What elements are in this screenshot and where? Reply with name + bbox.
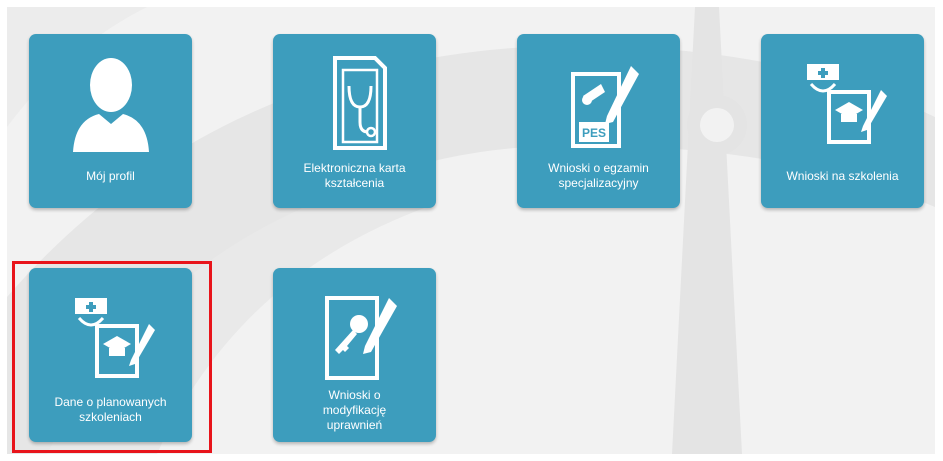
key-document-icon bbox=[324, 296, 397, 380]
tile-permission-modification-requests[interactable]: Wnioski o modyfikację uprawnień bbox=[273, 268, 436, 442]
svg-text:PES: PES bbox=[581, 126, 605, 140]
tile-label: Wnioski o egzamin specjalizacyjny bbox=[548, 161, 649, 190]
tile-label: Wnioski na szkolenia bbox=[786, 168, 899, 183]
tile-label: Dane o planowanych szkoleniach bbox=[54, 395, 167, 424]
pes-diploma-icon: PES bbox=[570, 66, 639, 148]
tile-label: Mój profil bbox=[86, 168, 135, 183]
nurse-cap-graduation-icon bbox=[74, 298, 155, 378]
tile-electronic-training-card[interactable]: Elektroniczna karta kształcenia bbox=[273, 34, 436, 208]
stethoscope-card-icon bbox=[332, 56, 387, 150]
tile-label: Wnioski o modyfikację uprawnień bbox=[322, 387, 387, 432]
tile-training-requests[interactable]: Wnioski na szkolenia bbox=[761, 34, 924, 208]
user-silhouette-icon bbox=[72, 58, 149, 152]
nurse-cap-graduation-icon bbox=[806, 64, 887, 144]
tile-planned-trainings-data[interactable]: Dane o planowanych szkoleniach bbox=[29, 268, 192, 442]
tile-label: Elektroniczna karta kształcenia bbox=[303, 161, 406, 190]
tile-specialization-exam-requests[interactable]: PES Wnioski o egzamin specjalizacyjny bbox=[517, 34, 680, 208]
tile-my-profile[interactable]: Mój profil bbox=[29, 34, 192, 208]
